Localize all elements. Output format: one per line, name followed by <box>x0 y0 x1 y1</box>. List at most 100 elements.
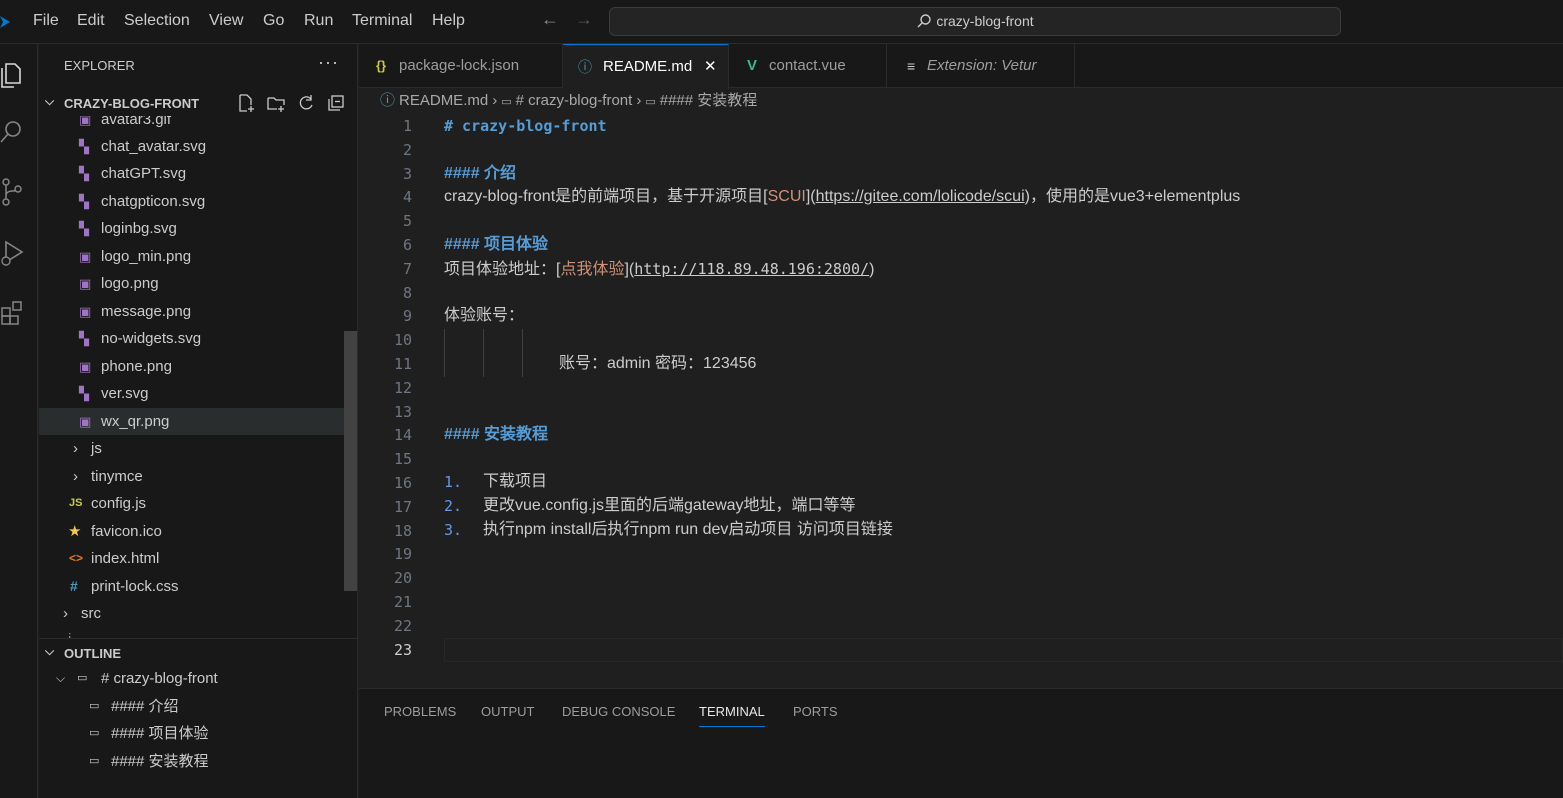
tree-folder-js[interactable]: › js <box>39 435 358 462</box>
close-icon[interactable]: ✕ <box>704 45 717 89</box>
more-actions-icon[interactable]: ··· <box>318 52 339 73</box>
line-number-row: 20 <box>359 566 1563 590</box>
line-number-row: 5 <box>359 209 1563 233</box>
outline-item-install[interactable]: ▭ #### 安装教程 <box>39 748 358 775</box>
json-icon: {} <box>376 58 387 73</box>
forward-arrow-icon[interactable]: → <box>575 9 593 30</box>
folder-section-header[interactable]: ⌵ CRAZY-BLOG-FRONT <box>39 90 358 116</box>
menu-help[interactable]: Help <box>432 12 465 30</box>
code-line-17: 2. 更改vue.config.js里面的后端gateway地址，端口等等 <box>359 494 1563 518</box>
tree-item-chatgpticon[interactable]: ▚ chatgpticon.svg <box>39 188 358 215</box>
active-tab-indicator <box>699 726 765 727</box>
menu-selection[interactable]: Selection <box>124 12 190 30</box>
heading-h4: #### 安装教程 <box>444 426 549 443</box>
svg-icon: ▚ <box>79 331 89 346</box>
tab-extension-vetur[interactable]: ≡ Extension: Vetur <box>887 44 1075 88</box>
outline-section-header[interactable]: ⌵ OUTLINE <box>39 640 358 666</box>
file-name: wx_qr.png <box>101 413 170 430</box>
file-name: chatGPT.svg <box>101 165 187 182</box>
file-tree: ▣ avatar3.gif ▚ chat_avatar.svg ▚ chatGP… <box>39 116 358 638</box>
tree-item-logo-min[interactable]: ▣ logo_min.png <box>39 243 358 270</box>
line-number-row: 2 <box>359 138 1563 162</box>
breadcrumb-h1[interactable]: # crazy-blog-front <box>516 92 633 109</box>
tab-label: package-lock.json <box>399 57 520 74</box>
back-arrow-icon[interactable]: ← <box>541 9 559 30</box>
link-url[interactable]: https://gitee.com/lolicode/scui <box>816 188 1025 205</box>
tree-item-logo[interactable]: ▣ logo.png <box>39 270 358 297</box>
folder-actions <box>228 93 348 116</box>
chevron-right-icon: › <box>73 440 78 457</box>
explorer-files-icon[interactable] <box>0 56 30 92</box>
file-name: ·i· <box>63 626 76 638</box>
tree-item-chatgpt[interactable]: ▚ chatGPT.svg <box>39 160 358 187</box>
link-url[interactable]: http://118.89.48.196:2800/ <box>634 260 869 278</box>
outline-item-experience[interactable]: ▭ #### 项目体验 <box>39 720 358 747</box>
panel-tab-ports[interactable]: PORTS <box>793 704 838 719</box>
tree-item-phone[interactable]: ▣ phone.png <box>39 353 358 380</box>
image-icon: ▣ <box>79 276 92 291</box>
list-text: 执行npm install后执行npm run dev启动项目 访问项目链接 <box>483 521 893 538</box>
refresh-icon[interactable] <box>296 93 318 113</box>
line-number: 10 <box>393 331 412 350</box>
tree-item-ver[interactable]: ▚ ver.svg <box>39 380 358 407</box>
outline-item-intro[interactable]: ▭ #### 介绍 <box>39 693 358 720</box>
panel-tab-problems[interactable]: PROBLEMS <box>384 704 456 719</box>
menu-file[interactable]: File <box>33 12 59 30</box>
tree-item-partial[interactable]: ·i· <box>39 626 358 638</box>
tab-contact-vue[interactable]: V contact.vue <box>729 44 887 88</box>
search-activity-icon[interactable] <box>0 114 30 150</box>
extensions-icon[interactable] <box>0 294 30 330</box>
heading-h1: # crazy-blog-front <box>444 117 607 135</box>
code-line-6: #### 项目体验 <box>359 233 1563 257</box>
file-name: index.html <box>91 550 160 567</box>
svg-icon: ▚ <box>79 194 89 209</box>
tree-item-avatar3[interactable]: ▣ avatar3.gif <box>39 116 358 133</box>
menu-view[interactable]: View <box>209 12 243 30</box>
panel-tab-terminal[interactable]: TERMINAL <box>699 704 765 719</box>
panel-tab-debug-console[interactable]: DEBUG CONSOLE <box>562 704 675 719</box>
breadcrumb-file[interactable]: README.md <box>399 92 488 109</box>
outline-item-h1[interactable]: ⌵ ▭ # crazy-blog-front <box>39 665 358 692</box>
run-debug-icon[interactable] <box>0 234 30 270</box>
breadcrumb-h4[interactable]: #### 安装教程 <box>660 92 758 109</box>
file-name: loginbg.svg <box>101 220 177 237</box>
tab-package-lock[interactable]: {} package-lock.json <box>359 44 563 88</box>
tab-label: contact.vue <box>769 57 846 74</box>
tab-readme[interactable]: ⓘ README.md ✕ <box>563 44 729 89</box>
tree-item-loginbg[interactable]: ▚ loginbg.svg <box>39 215 358 242</box>
tree-item-index-html[interactable]: <> index.html <box>39 545 358 572</box>
menu-edit[interactable]: Edit <box>77 12 105 30</box>
tree-item-print-lock[interactable]: # print-lock.css <box>39 573 358 600</box>
new-folder-icon[interactable] <box>266 93 288 113</box>
menu-terminal[interactable]: Terminal <box>352 12 412 30</box>
tree-item-no-widgets[interactable]: ▚ no-widgets.svg <box>39 325 358 352</box>
file-name: chat_avatar.svg <box>101 138 207 155</box>
line-number-row: 13 <box>359 400 1563 424</box>
javascript-icon: JS <box>69 497 83 509</box>
collapse-all-icon[interactable] <box>326 93 348 113</box>
editor-area[interactable]: 1 2 3 4 5 6 7 8 9 10 11 12 13 14 15 16 17 18 19 20 21 22 23 # … <box>359 113 1563 688</box>
tree-item-wx-qr[interactable]: ▣ wx_qr.png <box>39 408 358 435</box>
command-center-search[interactable]: crazy-blog-front <box>609 7 1341 36</box>
file-name: chatgpticon.svg <box>101 193 206 210</box>
outline-label: #### 项目体验 <box>111 725 209 742</box>
new-file-icon[interactable] <box>236 93 258 113</box>
panel-tab-output[interactable]: OUTPUT <box>481 704 534 719</box>
tree-folder-src[interactable]: › src <box>39 600 358 627</box>
chevron-down-icon: ⌵ <box>45 644 55 658</box>
outline-label: # crazy-blog-front <box>101 670 218 687</box>
line-number-row: 21 <box>359 590 1563 614</box>
tree-folder-tinymce[interactable]: › tinymce <box>39 463 358 490</box>
tree-item-message[interactable]: ▣ message.png <box>39 298 358 325</box>
menu-go[interactable]: Go <box>263 12 284 30</box>
list-marker: 2. <box>444 497 463 515</box>
menu-run[interactable]: Run <box>304 12 333 30</box>
current-line-highlight <box>444 638 1563 662</box>
tree-item-config-js[interactable]: JS config.js <box>39 490 358 517</box>
file-name: logo.png <box>101 275 159 292</box>
line-number-row: 22 <box>359 614 1563 638</box>
tree-item-chat-avatar[interactable]: ▚ chat_avatar.svg <box>39 133 358 160</box>
source-control-icon[interactable] <box>0 174 30 210</box>
tree-item-favicon[interactable]: ★ favicon.ico <box>39 518 358 545</box>
sidebar-scrollbar[interactable] <box>344 331 357 591</box>
